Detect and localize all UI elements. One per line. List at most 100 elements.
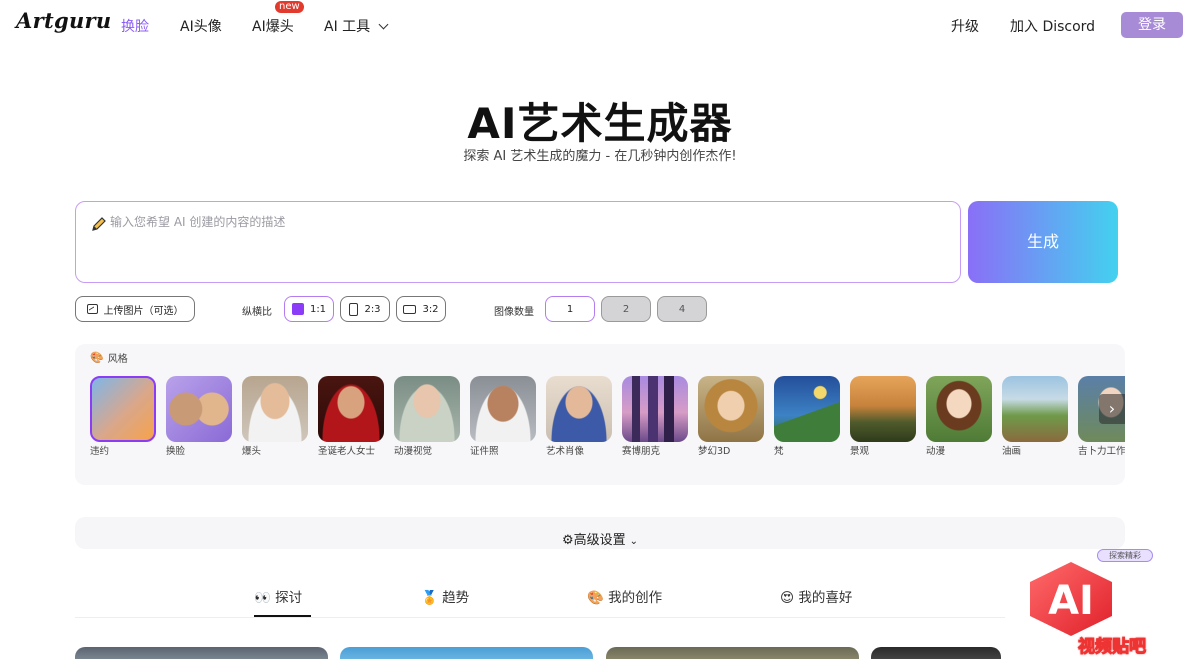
landscape-icon — [850, 376, 916, 442]
ratio-label: 2:3 — [364, 303, 381, 315]
nav-ai-headshot[interactable]: AI爆头 — [252, 16, 294, 36]
style-card-anime[interactable]: 动漫 — [926, 376, 992, 458]
style-name: 景观 — [850, 446, 870, 457]
nav-join-discord[interactable]: 加入 Discord — [1010, 16, 1095, 36]
portrait-rect-icon — [349, 302, 359, 316]
login-button[interactable]: 登录 — [1121, 12, 1183, 38]
nav-ai-tools[interactable]: AI 工具 — [324, 16, 389, 36]
style-name: 证件照 — [470, 446, 499, 457]
style-name: 油画 — [1002, 446, 1022, 457]
upload-image-button[interactable]: 上传图片（可选） — [75, 296, 195, 322]
portrait-icon — [318, 376, 384, 442]
gallery-image[interactable] — [340, 647, 593, 659]
nav-faceswap[interactable]: 换脸 — [121, 16, 149, 36]
aspect-ratio-label: 纵横比 — [242, 307, 272, 318]
portrait-icon — [698, 376, 764, 442]
style-card-van-gogh[interactable]: 梵 — [774, 376, 840, 458]
landscape-icon — [1002, 376, 1068, 442]
count-1-button[interactable]: 1 — [545, 296, 595, 322]
style-name: 违约 — [90, 446, 110, 457]
style-name: 艺术肖像 — [546, 446, 585, 457]
style-card-oil-painting[interactable]: 油画 — [1002, 376, 1068, 458]
style-heading-label: 风格 — [107, 354, 128, 365]
ratio-2-3-button[interactable]: 2:3 — [340, 296, 390, 322]
image-count-label: 图像数量 — [494, 307, 534, 318]
gradient-swatch-icon — [90, 376, 156, 442]
watermark-text: 视频贴吧 — [1078, 637, 1147, 658]
count-4-button[interactable]: 4 — [657, 296, 707, 322]
watermark-logo: AI — [1030, 562, 1112, 636]
prompt-input[interactable] — [110, 213, 940, 273]
city-icon — [622, 376, 688, 442]
gallery-image[interactable] — [606, 647, 859, 659]
gallery-image[interactable] — [75, 647, 328, 659]
portrait-icon — [394, 376, 460, 442]
ratio-3-2-button[interactable]: 3:2 — [396, 296, 446, 322]
tab-my-creations[interactable]: 🎨 我的创作 — [587, 586, 662, 606]
style-card-fantasy-3d[interactable]: 梦幻3D — [698, 376, 764, 458]
tab-label: 我的喜好 — [798, 590, 853, 606]
upload-label: 上传图片（可选） — [103, 305, 184, 317]
tab-my-favorites[interactable]: 😍 我的喜好 — [780, 586, 852, 606]
style-card-art-portrait[interactable]: 艺术肖像 — [546, 376, 612, 458]
tab-label: 我的创作 — [608, 590, 663, 606]
heart-eyes-icon: 😍 — [780, 590, 795, 606]
active-tab-indicator — [254, 615, 311, 617]
landscape-icon — [774, 376, 840, 442]
style-card-default[interactable]: 违约 — [90, 376, 156, 458]
nav-ai-avatar[interactable]: AI头像 — [180, 16, 222, 36]
style-card-landscape[interactable]: 景观 — [850, 376, 916, 458]
style-card-cyberpunk[interactable]: 赛博朋克 — [622, 376, 688, 458]
next-styles-button[interactable]: › — [1099, 394, 1125, 424]
advanced-settings-row: ⚙高级设置 ⌄ — [75, 529, 1125, 548]
page-subtitle: 探索 AI 艺术生成的魔力 - 在几秒钟内创作杰作! — [463, 149, 737, 164]
style-name: 换脸 — [166, 446, 186, 457]
ratio-label: 1:1 — [309, 303, 327, 315]
portrait-icon — [546, 376, 612, 442]
gallery-image[interactable] — [871, 647, 1001, 659]
style-name: 圣诞老人女士 — [318, 446, 376, 457]
style-card-id-photo[interactable]: 证件照 — [470, 376, 536, 458]
image-icon — [86, 304, 98, 314]
tab-explore[interactable]: 👀 探讨 — [254, 586, 302, 606]
nav-ai-tools-label: AI 工具 — [324, 19, 371, 35]
anime-icon — [926, 376, 992, 442]
prompt-box — [75, 201, 961, 283]
ratio-1-1-button[interactable]: 1:1 — [284, 296, 334, 322]
tab-trending[interactable]: 🏅 趋势 — [421, 586, 469, 606]
style-name: 梵 — [774, 446, 784, 457]
style-heading: 🎨 风格 — [90, 350, 128, 365]
advanced-settings-toggle[interactable]: ⚙高级设置 ⌄ — [75, 517, 1125, 549]
palette-icon: 🎨 — [90, 351, 104, 364]
artguru-logo[interactable]: Artguru — [16, 8, 111, 33]
style-card-mrs-claus[interactable]: 圣诞老人女士 — [318, 376, 384, 458]
top-nav: Artguru 换脸 AI头像 AI爆头 new AI 工具 升级 加入 Dis… — [0, 0, 1200, 50]
style-name: 动漫视觉 — [394, 446, 433, 457]
advanced-settings-label: 高级设置 — [573, 533, 626, 548]
tabs-divider — [75, 617, 1005, 618]
style-card-headshot[interactable]: 爆头 — [242, 376, 308, 458]
medal-icon: 🏅 — [421, 590, 438, 606]
gear-icon: ⚙ — [561, 533, 574, 548]
tab-label: 趋势 — [442, 590, 470, 606]
style-name: 动漫 — [926, 446, 946, 457]
portrait-icon — [470, 376, 536, 442]
watermark-brand: AI — [1048, 578, 1094, 624]
style-card-anime-visual[interactable]: 动漫视觉 — [394, 376, 460, 458]
nav-upgrade[interactable]: 升级 — [951, 16, 979, 36]
style-panel: 🎨 风格 违约 换脸 爆头 圣诞老人女士 动漫视觉 证件照 艺术肖像 赛博朋克 … — [75, 344, 1125, 485]
style-card-faceswap[interactable]: 换脸 — [166, 376, 232, 458]
square-icon — [291, 303, 304, 315]
tab-label: 探讨 — [275, 590, 303, 606]
style-name: 梦幻3D — [698, 446, 731, 457]
generate-button[interactable]: 生成 — [968, 201, 1118, 283]
new-badge: new — [275, 1, 304, 13]
chevron-down-icon: ⌄ — [629, 536, 639, 547]
count-2-button[interactable]: 2 — [601, 296, 651, 322]
page-title: AI艺术生成器 — [467, 99, 733, 148]
pencil-icon — [92, 217, 106, 231]
style-name: 赛博朋克 — [622, 446, 661, 457]
style-name: 爆头 — [242, 446, 262, 457]
portrait-icon — [242, 376, 308, 442]
chevron-down-icon — [378, 19, 389, 30]
